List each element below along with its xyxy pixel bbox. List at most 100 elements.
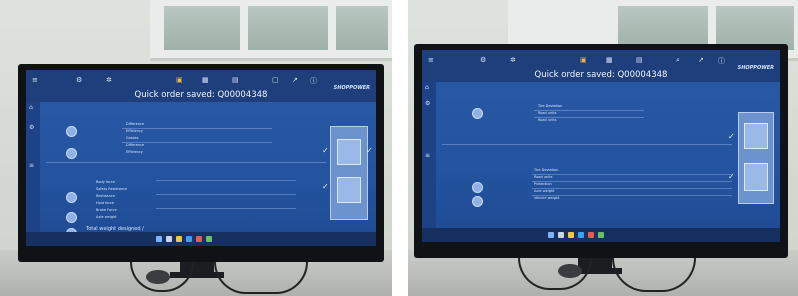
wrench-icon[interactable]: ⚙ xyxy=(480,56,486,64)
order-title: Quick order saved: Q00004348 xyxy=(134,90,268,100)
vehicle-axle-top[interactable] xyxy=(744,123,768,149)
wrench-icon[interactable]: ⚙ xyxy=(76,76,82,84)
info-icon[interactable]: ⓘ xyxy=(718,56,725,66)
mouse xyxy=(146,270,170,284)
screen: ≡ ⚙ ✲ ▣ ▦ ▤ ▢ ↗ ⓘ Quick order saved: Q00… xyxy=(26,70,376,246)
row-label: Efficiency xyxy=(126,129,143,133)
vehicle-panel xyxy=(330,126,368,220)
list-icon[interactable]: ≡ xyxy=(29,162,34,169)
app-toolbar: ≡ ⚙ ✲ ▣ ▦ ▤ ⌕ ↗ ⓘ Quick order saved: Q00… xyxy=(422,50,780,82)
check-icon: ✓ xyxy=(728,132,735,141)
folder-icon[interactable] xyxy=(176,236,182,242)
window-frame xyxy=(150,0,392,61)
brake-icon xyxy=(66,212,77,223)
left-rail: ⌂ ⚙ ≡ xyxy=(422,82,436,228)
app-toolbar: ≡ ⚙ ✲ ▣ ▦ ▤ ▢ ↗ ⓘ Quick order saved: Q00… xyxy=(26,70,376,102)
vehicle-panel xyxy=(738,112,774,204)
app-icon[interactable] xyxy=(588,232,594,238)
wheel-icon xyxy=(472,196,483,207)
divider xyxy=(122,142,272,143)
divider xyxy=(156,180,296,181)
divider xyxy=(442,144,732,145)
window-pane xyxy=(164,6,240,50)
settings-icon[interactable]: ⚙ xyxy=(29,124,34,131)
row-label: Axle weight xyxy=(96,215,117,219)
menu-icon[interactable]: ≡ xyxy=(32,76,38,84)
folder-icon[interactable] xyxy=(568,232,574,238)
row-label: Difference xyxy=(126,122,145,126)
row-label: Resistance xyxy=(96,194,115,198)
axle-icon xyxy=(472,108,483,119)
row-label: Road units xyxy=(534,175,553,179)
taskbar xyxy=(26,232,376,246)
export-icon[interactable]: ↗ xyxy=(292,76,298,84)
app-icon[interactable] xyxy=(196,236,202,242)
settings-icon[interactable]: ⚙ xyxy=(425,100,430,107)
vehicle-axle-bottom[interactable] xyxy=(744,163,768,191)
screen: ≡ ⚙ ✲ ▣ ▦ ▤ ⌕ ↗ ⓘ Quick order saved: Q00… xyxy=(422,50,780,242)
search-icon[interactable]: ⌕ xyxy=(676,56,680,65)
row-label: Road units xyxy=(538,118,557,122)
wheel-icon xyxy=(66,126,77,137)
window-pane xyxy=(336,6,388,50)
row-label: Grades xyxy=(126,136,139,140)
row-label: Safety Resistance xyxy=(96,187,128,191)
menu-icon[interactable]: ≡ xyxy=(428,56,434,64)
mouse xyxy=(558,264,582,278)
start-icon[interactable] xyxy=(156,236,162,242)
check-icon: ✓ xyxy=(728,172,735,181)
calendar-icon[interactable]: ▦ xyxy=(202,76,209,84)
divider xyxy=(532,188,732,189)
vehicle-axle-top[interactable] xyxy=(337,139,361,165)
divider xyxy=(156,208,296,209)
cart-icon[interactable]: ▣ xyxy=(176,76,183,84)
browser-icon[interactable] xyxy=(578,232,584,238)
search-icon[interactable] xyxy=(166,236,172,242)
gear-icon xyxy=(66,148,77,159)
vehicle-axle-bottom[interactable] xyxy=(337,177,361,203)
home-icon[interactable]: ⌂ xyxy=(29,104,33,111)
check-icon: ✓ xyxy=(366,146,373,155)
divider xyxy=(532,174,732,175)
row-label: Protection xyxy=(534,182,552,186)
row-label: Efficiency xyxy=(126,150,143,154)
info-icon[interactable]: ⓘ xyxy=(310,76,317,86)
printer-icon[interactable]: ▤ xyxy=(232,76,239,84)
start-icon[interactable] xyxy=(548,232,554,238)
row-label: Axle weight xyxy=(534,189,555,193)
printer-icon[interactable]: ▤ xyxy=(636,56,643,64)
row-label: Brake Force xyxy=(96,208,117,212)
divider xyxy=(534,117,644,118)
row-label: Road units xyxy=(538,111,557,115)
photo-left: ≡ ⚙ ✲ ▣ ▦ ▤ ▢ ↗ ⓘ Quick order saved: Q00… xyxy=(0,0,392,296)
brand-logo: SHOPPOWER xyxy=(333,85,370,91)
export-icon[interactable]: ↗ xyxy=(698,56,704,64)
document-icon[interactable]: ▢ xyxy=(272,76,279,84)
cart-icon[interactable]: ▣ xyxy=(580,56,587,64)
divider xyxy=(532,181,732,182)
row-label: Vehicle weight xyxy=(534,196,560,200)
search-icon[interactable] xyxy=(558,232,564,238)
axle-icon xyxy=(66,192,77,203)
monitor: ≡ ⚙ ✲ ▣ ▦ ▤ ▢ ↗ ⓘ Quick order saved: Q00… xyxy=(18,64,384,262)
home-icon[interactable]: ⌂ xyxy=(425,84,429,91)
gear-icon[interactable]: ✲ xyxy=(510,56,516,64)
app-icon[interactable] xyxy=(598,232,604,238)
left-rail: ⌂ ⚙ ≡ xyxy=(26,102,40,232)
browser-icon[interactable] xyxy=(186,236,192,242)
list-icon[interactable]: ≡ xyxy=(425,152,430,159)
taskbar xyxy=(422,228,780,242)
divider xyxy=(534,110,644,111)
gear-icon[interactable]: ✲ xyxy=(106,76,112,84)
monitor: ≡ ⚙ ✲ ▣ ▦ ▤ ⌕ ↗ ⓘ Quick order saved: Q00… xyxy=(414,44,788,258)
calendar-icon[interactable]: ▦ xyxy=(606,56,613,64)
divider xyxy=(156,194,296,195)
divider xyxy=(122,128,272,129)
row-label: Tire Deviation xyxy=(534,168,559,172)
check-icon: ✓ xyxy=(322,146,329,155)
divider xyxy=(532,195,732,196)
brand-logo: SHOPPOWER xyxy=(737,65,774,71)
app-icon[interactable] xyxy=(206,236,212,242)
check-icon: ✓ xyxy=(322,182,329,191)
row-label: Hold force xyxy=(96,201,114,205)
